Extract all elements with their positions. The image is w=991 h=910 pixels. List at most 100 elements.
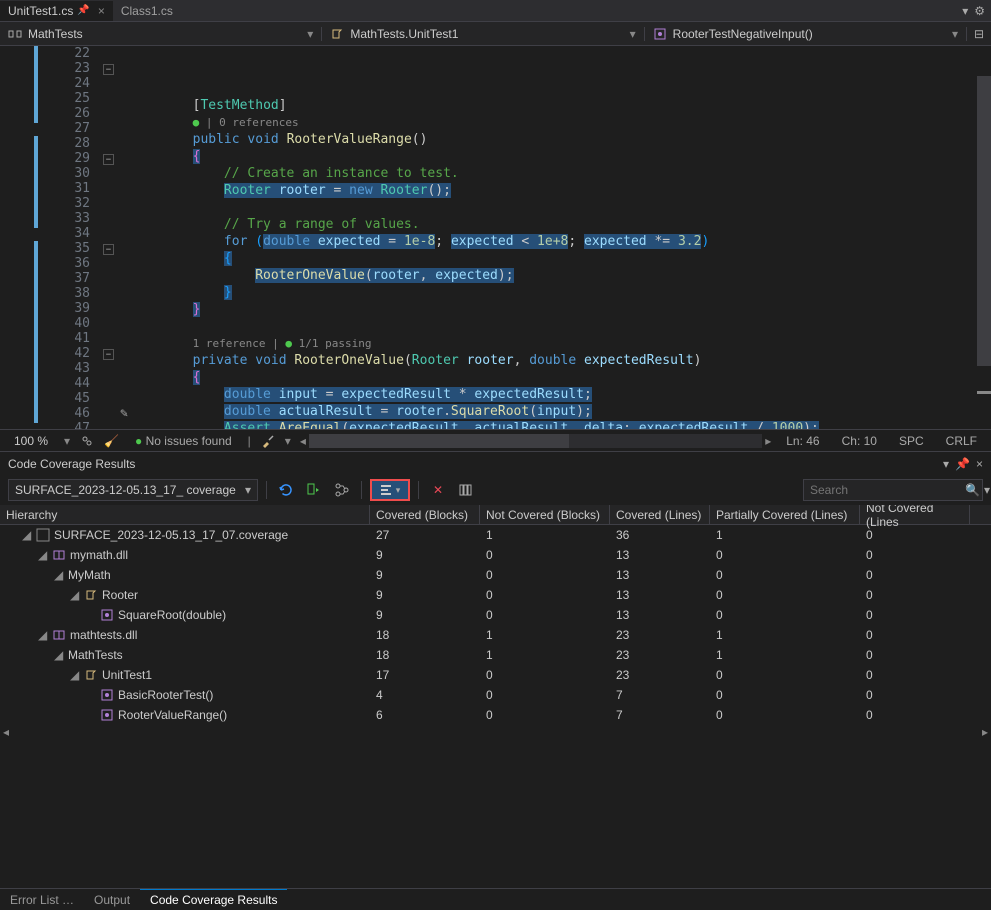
check-icon: ● bbox=[135, 434, 142, 448]
close-icon[interactable]: × bbox=[976, 457, 983, 471]
cell-value: 0 bbox=[860, 708, 970, 722]
expander-icon[interactable]: ◢ bbox=[38, 548, 48, 562]
horizontal-scrollbar[interactable]: ◂ ▸ bbox=[309, 434, 762, 448]
table-row[interactable]: ◢UnitTest11702300 bbox=[0, 665, 991, 685]
code-area[interactable]: [TestMethod] ● | 0 references public voi… bbox=[100, 46, 991, 429]
scroll-left-icon[interactable]: ◂ bbox=[297, 434, 309, 448]
column-header[interactable]: Partially Covered (Lines) bbox=[710, 505, 860, 525]
column-header[interactable]: Covered (Blocks) bbox=[370, 505, 480, 525]
dll-icon bbox=[52, 628, 66, 642]
show-coverage-coloring-button[interactable]: ▾ bbox=[370, 479, 410, 501]
gear-icon[interactable]: ⚙ bbox=[974, 4, 985, 18]
tab-codecoverage[interactable]: Code Coverage Results bbox=[140, 889, 287, 910]
expander-icon[interactable]: ◢ bbox=[22, 528, 32, 542]
merge-button[interactable] bbox=[331, 479, 353, 501]
column-indicator[interactable]: Ch: 10 bbox=[836, 434, 883, 448]
split-editor-icon[interactable]: ⊟ bbox=[967, 27, 991, 41]
cell-value: 0 bbox=[710, 588, 860, 602]
coverage-file-combo[interactable]: SURFACE_2023-12-05.13_17_ coverage ▾ bbox=[8, 479, 258, 501]
expander-icon[interactable]: ◢ bbox=[70, 588, 80, 602]
cell-value: 36 bbox=[610, 528, 710, 542]
row-name: RooterValueRange() bbox=[118, 708, 227, 722]
table-row[interactable]: SquareRoot(double)901300 bbox=[0, 605, 991, 625]
table-row[interactable]: BasicRooterTest()40700 bbox=[0, 685, 991, 705]
tab-errorlist[interactable]: Error List … bbox=[0, 890, 84, 910]
combo-label: SURFACE_2023-12-05.13_17_ coverage bbox=[15, 483, 236, 497]
remove-button[interactable]: ✕ bbox=[427, 479, 449, 501]
separator bbox=[361, 481, 362, 499]
breadcrumb-namespace[interactable]: MathTests ▾ bbox=[0, 27, 322, 41]
column-header[interactable]: Hierarchy bbox=[0, 505, 370, 525]
zoom-level[interactable]: 100 % bbox=[8, 434, 54, 448]
cell-value: 18 bbox=[370, 648, 480, 662]
scrollbar-thumb[interactable] bbox=[977, 76, 991, 366]
search-box[interactable]: 🔍 ▾ bbox=[803, 479, 983, 501]
scroll-right-icon[interactable]: ▸ bbox=[762, 434, 774, 448]
code-editor[interactable]: 2223−242526272829−303132333435−363738394… bbox=[0, 46, 991, 429]
separator bbox=[266, 481, 267, 499]
cell-value: 0 bbox=[860, 628, 970, 642]
chevron-down-icon[interactable]: ▾ bbox=[64, 434, 70, 448]
tab-unittest1[interactable]: UnitTest1.cs 📌 × bbox=[0, 1, 113, 21]
column-header[interactable]: Covered (Lines) bbox=[610, 505, 710, 525]
table-row[interactable]: ◢mathtests.dll1812310 bbox=[0, 625, 991, 645]
search-icon[interactable]: 🔍 bbox=[965, 483, 980, 497]
vertical-scrollbar[interactable] bbox=[977, 46, 991, 429]
cell-value: 0 bbox=[480, 708, 610, 722]
code-cleanup-icon[interactable]: 🧹 bbox=[104, 434, 119, 448]
cell-value: 0 bbox=[710, 668, 860, 682]
chevron-down-icon[interactable]: ▾ bbox=[984, 483, 990, 497]
columns-button[interactable] bbox=[455, 479, 477, 501]
close-icon[interactable]: × bbox=[98, 4, 105, 18]
scrollbar-thumb[interactable] bbox=[309, 434, 569, 448]
pin-icon[interactable]: 📌 bbox=[955, 457, 970, 471]
breadcrumb-class[interactable]: MathTests.UnitTest1 ▾ bbox=[322, 27, 644, 41]
table-row[interactable]: ◢Rooter901300 bbox=[0, 585, 991, 605]
cell-value: 0 bbox=[480, 548, 610, 562]
scroll-left-icon[interactable]: ◂ bbox=[0, 725, 12, 739]
export-button[interactable] bbox=[303, 479, 325, 501]
cell-value: 23 bbox=[610, 668, 710, 682]
expander-icon[interactable]: ◢ bbox=[38, 628, 48, 642]
row-name: Rooter bbox=[102, 588, 138, 602]
table-row[interactable]: ◢mymath.dll901300 bbox=[0, 545, 991, 565]
pin-icon[interactable]: 📌 bbox=[77, 5, 89, 16]
tab-output[interactable]: Output bbox=[84, 890, 140, 910]
cell-value: 23 bbox=[610, 648, 710, 662]
row-name: BasicRooterTest() bbox=[118, 688, 213, 702]
indent-indicator[interactable]: SPC bbox=[893, 434, 930, 448]
dll-icon bbox=[52, 548, 66, 562]
table-row[interactable]: ◢MathTests1812310 bbox=[0, 645, 991, 665]
cell-value: 0 bbox=[480, 668, 610, 682]
expander-icon[interactable]: ◢ bbox=[54, 568, 64, 582]
column-header[interactable]: Not Covered (Lines bbox=[860, 505, 970, 525]
cell-value: 0 bbox=[860, 668, 970, 682]
cell-value: 1 bbox=[710, 628, 860, 642]
cell-value: 7 bbox=[610, 688, 710, 702]
expander-icon[interactable]: ◢ bbox=[54, 648, 64, 662]
cell-value: 0 bbox=[860, 648, 970, 662]
breadcrumb-method[interactable]: RooterTestNegativeInput() ▾ bbox=[645, 27, 967, 41]
expander-icon[interactable]: ◢ bbox=[70, 668, 80, 682]
brush-icon[interactable] bbox=[261, 434, 275, 448]
user-icon[interactable] bbox=[80, 434, 94, 448]
table-row[interactable]: ◢SURFACE_2023-12-05.13_17_07.coverage271… bbox=[0, 525, 991, 545]
scroll-right-icon[interactable]: ▸ bbox=[979, 725, 991, 739]
line-indicator[interactable]: Ln: 46 bbox=[780, 434, 825, 448]
chevron-down-icon[interactable]: ▾ bbox=[285, 434, 291, 448]
table-row[interactable]: RooterValueRange()60700 bbox=[0, 705, 991, 725]
column-header[interactable]: Not Covered (Blocks) bbox=[480, 505, 610, 525]
table-row[interactable]: ◢MyMath901300 bbox=[0, 565, 991, 585]
lineending-indicator[interactable]: CRLF bbox=[940, 434, 983, 448]
tab-class1[interactable]: Class1.cs bbox=[113, 1, 181, 21]
cell-value: 1 bbox=[710, 528, 860, 542]
chevron-down-icon[interactable]: ▾ bbox=[943, 457, 949, 471]
row-name: MathTests bbox=[68, 648, 123, 662]
cell-value: 13 bbox=[610, 588, 710, 602]
dropdown-icon[interactable]: ▾ bbox=[962, 4, 968, 18]
import-button[interactable] bbox=[275, 479, 297, 501]
panel-title-label: Code Coverage Results bbox=[8, 457, 135, 471]
cell-value: 6 bbox=[370, 708, 480, 722]
grid-horizontal-scrollbar[interactable]: ◂ ▸ bbox=[0, 725, 991, 739]
search-input[interactable] bbox=[810, 483, 965, 497]
